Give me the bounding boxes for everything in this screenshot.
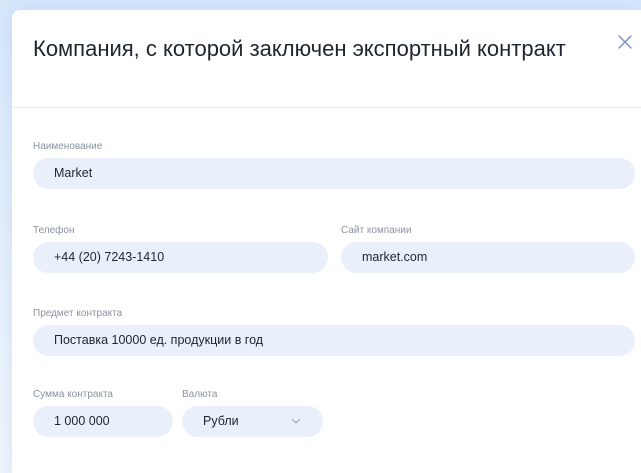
amount-input[interactable]: 1 000 000 xyxy=(33,406,173,437)
export-company-modal: Компания, с которой заключен экспортный … xyxy=(12,10,641,473)
phone-label: Телефон xyxy=(33,225,75,236)
currency-label: Валюта xyxy=(182,389,218,400)
website-input[interactable]: market.com xyxy=(341,242,635,273)
subject-label: Предмет контракта xyxy=(33,308,123,319)
close-button[interactable] xyxy=(615,32,635,52)
modal-title: Компания, с которой заключен экспортный … xyxy=(33,36,566,61)
name-label: Наименование xyxy=(33,141,103,152)
close-icon xyxy=(618,35,632,49)
subject-input[interactable]: Поставка 10000 ед. продукции в год xyxy=(33,325,635,356)
currency-value: Рубли xyxy=(203,414,239,428)
modal-header: Компания, с которой заключен экспортный … xyxy=(12,10,641,108)
phone-input[interactable]: +44 (20) 7243-1410 xyxy=(33,242,328,273)
name-input[interactable]: Market xyxy=(33,158,635,189)
amount-label: Сумма контракта xyxy=(33,389,113,400)
website-label: Сайт компании xyxy=(341,225,412,236)
currency-select[interactable]: Рубли xyxy=(182,406,323,437)
chevron-down-icon xyxy=(291,418,301,424)
